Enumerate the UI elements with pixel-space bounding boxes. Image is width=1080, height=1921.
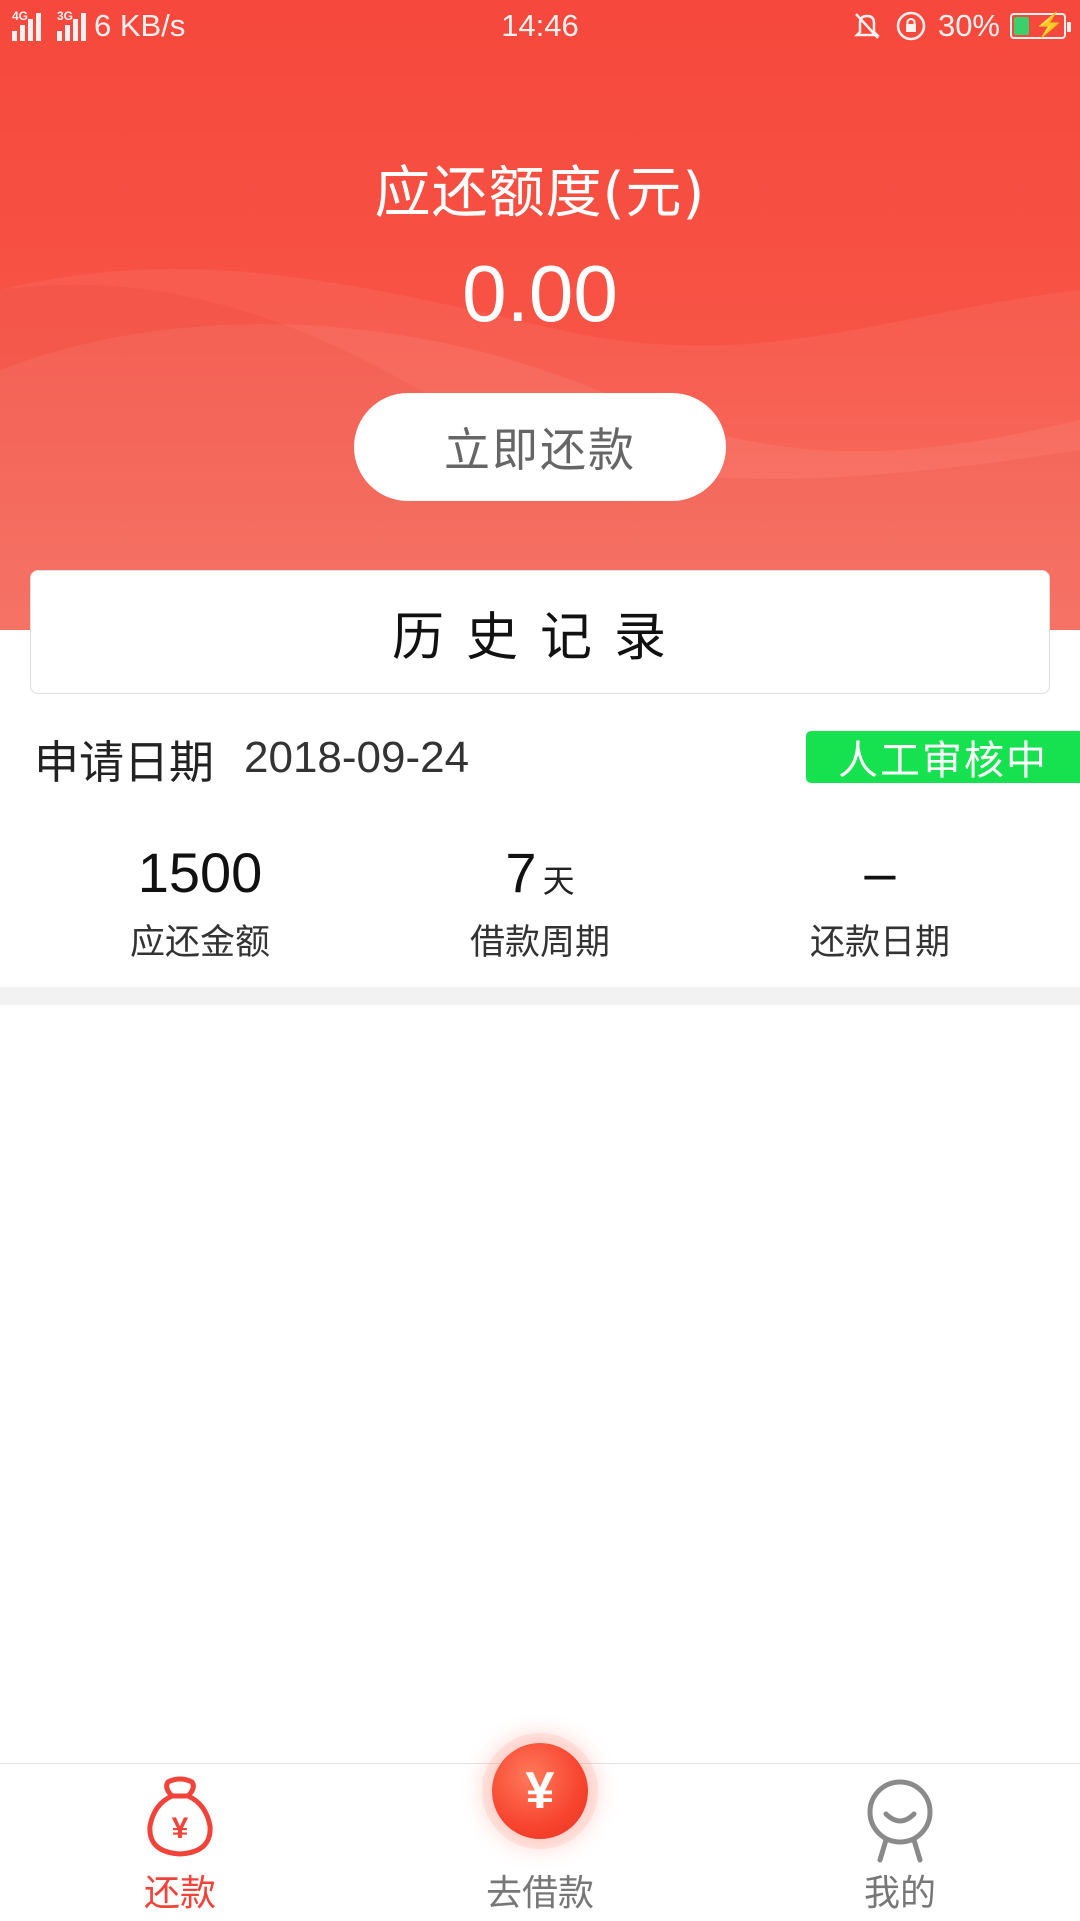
- repay-amount: 0.00: [462, 249, 618, 338]
- stat-label: 借款周期: [469, 923, 610, 963]
- svg-text:¥: ¥: [172, 1812, 189, 1845]
- nav-item-mine[interactable]: 我的: [750, 1764, 1050, 1921]
- battery-percent: 30%: [937, 8, 1000, 43]
- record-stats: 1500 应还金额 7天 借款周期 – 还款日期: [0, 840, 1080, 963]
- nav-label: 去借款: [485, 1873, 594, 1914]
- stat-repay-amount: 1500 应还金额: [50, 840, 350, 965]
- nav-item-repay[interactable]: ¥ 还款: [30, 1764, 330, 1921]
- stat-value: 1500: [137, 841, 263, 904]
- apply-date-label: 申请日期: [34, 735, 215, 789]
- stat-label: 应还金额: [129, 923, 270, 963]
- history-record-button[interactable]: 历史记录: [30, 570, 1050, 694]
- borrow-fab-button[interactable]: ¥: [492, 1743, 588, 1839]
- mute-icon: [853, 13, 880, 39]
- stat-unit: 天: [542, 863, 575, 899]
- apply-date-value: 2018-09-24: [244, 733, 470, 782]
- yuan-icon: ¥: [525, 1762, 555, 1820]
- stat-value: –: [864, 841, 896, 904]
- stat-repay-date: – 还款日期: [730, 840, 1030, 965]
- nav-label: 还款: [143, 1873, 216, 1914]
- money-bag-icon: ¥: [147, 1776, 213, 1857]
- repay-now-button[interactable]: 立即还款: [354, 393, 726, 501]
- stat-loan-period: 7天 借款周期: [390, 840, 690, 965]
- repay-limit-title: 应还额度(元): [374, 161, 706, 226]
- battery-icon: ⚡: [1010, 13, 1071, 39]
- record-header: 申请日期 2018-09-24: [34, 728, 470, 789]
- stat-value: 7: [505, 841, 537, 904]
- nav-label: 我的: [863, 1873, 936, 1914]
- rotation-lock-icon: [896, 11, 926, 41]
- section-divider: [0, 987, 1080, 1005]
- status-badge: 人工审核中: [806, 731, 1080, 784]
- user-icon: [867, 1779, 933, 1863]
- status-bar: 4G 3G 6 KB/s 14:46 30% ⚡: [0, 0, 1080, 54]
- stat-label: 还款日期: [809, 923, 950, 963]
